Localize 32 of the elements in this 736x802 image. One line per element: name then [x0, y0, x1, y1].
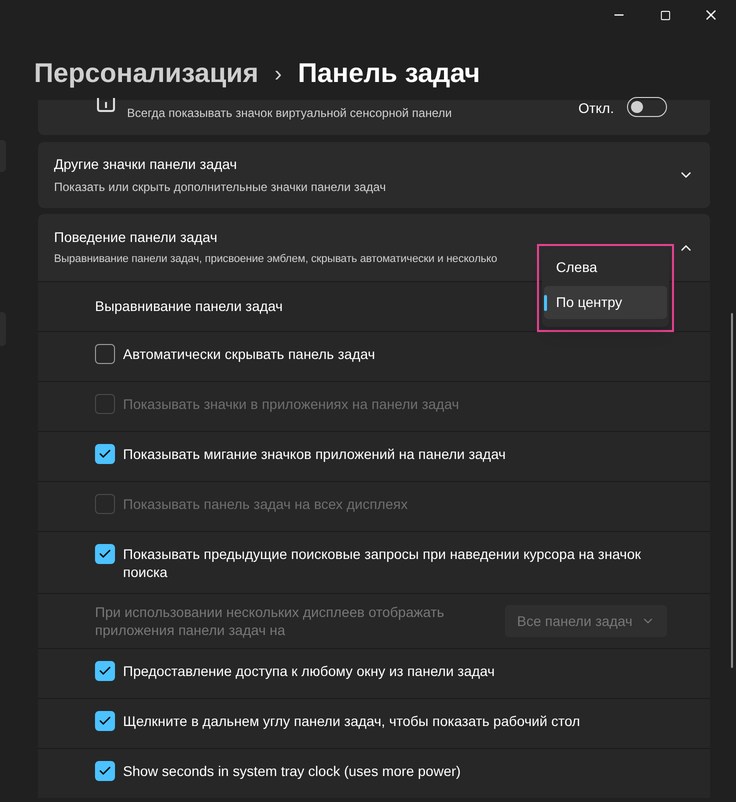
- checkbox-label: Show seconds in system tray clock (uses more power): [123, 762, 461, 780]
- menu-item[interactable]: Слева: [544, 251, 667, 284]
- breadcrumb-parent[interactable]: Персонализация: [34, 52, 259, 94]
- checkbox-label: Предоставление доступа к любому окну из панели задач: [123, 662, 495, 680]
- expander-description: Выравнивание панели задач, присвоение эмблем, скрывать автоматически и несколько: [54, 252, 498, 268]
- checkbox-label: Показывать значки в приложениях на панели задач: [123, 395, 459, 413]
- checkbox[interactable]: [95, 761, 115, 781]
- setting-label: При использовании нескольких дисплеев отображать приложения панели задач на: [95, 603, 446, 639]
- expander-description: Показать или скрыть дополнительные значки панели задач: [54, 179, 387, 196]
- page-title: Панель задач: [298, 56, 480, 90]
- breadcrumb-separator: ›: [274, 60, 282, 88]
- checkbox[interactable]: [95, 544, 115, 564]
- checkbox-label: Показывать мигание значков приложений на панели задач: [123, 445, 506, 463]
- checkbox[interactable]: [95, 711, 115, 731]
- checkbox-label: Автоматически скрывать панель задач: [123, 345, 376, 363]
- menu-item[interactable]: По центру: [544, 286, 667, 319]
- scrollbar[interactable]: [731, 313, 733, 668]
- setting-label: Выравнивание панели задач: [95, 297, 283, 316]
- maximize-icon: [660, 10, 670, 20]
- toggle-state-label: Откл.: [578, 99, 614, 118]
- checkbox-label: Показывать предыдущие поисковые запросы при наведении курсора на значок поиска: [123, 545, 642, 581]
- expander-title: Другие значки панели задач: [54, 155, 238, 174]
- setting-description: Всегда показывать значок виртуальной сенсорной панели: [127, 105, 453, 122]
- toggle-switch[interactable]: [627, 97, 667, 117]
- expander-title: Поведение панели задач: [54, 228, 218, 248]
- checkbox-label: Показывать панель задач на всех дисплеях: [123, 495, 408, 513]
- checkbox[interactable]: [95, 661, 115, 681]
- touchpad-icon: [97, 98, 115, 112]
- expander-card[interactable]: Другие значки панели задач Показать или скрыть дополнительные значки панели задач: [38, 142, 710, 208]
- checkbox[interactable]: [95, 444, 115, 464]
- checkbox[interactable]: [95, 344, 115, 364]
- checkbox-label: Щелкните в дальнем углу панели задач, чтобы показать рабочий стол: [123, 712, 580, 730]
